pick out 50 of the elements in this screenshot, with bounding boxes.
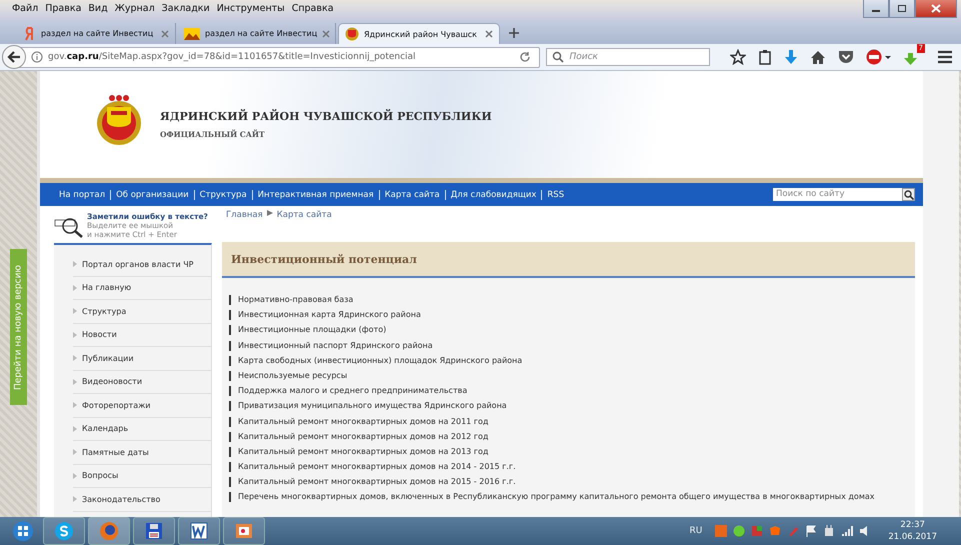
document-link[interactable]: Инвестиционные площадки (фото) xyxy=(229,325,915,336)
document-link[interactable]: Неиспользуемые ресурсы xyxy=(229,370,915,381)
menu-item[interactable]: Инструменты xyxy=(216,3,285,20)
nav-link[interactable]: На портал xyxy=(54,190,110,200)
sidebar-link[interactable]: Фоторепортажи xyxy=(82,400,151,410)
document-link[interactable]: Капитальный ремонт многоквартирных домов на 2014 - 2015 г.г. xyxy=(229,462,915,472)
sidebar-link[interactable]: Портал органов власти ЧР xyxy=(82,260,194,269)
sidebar-link[interactable]: Календарь xyxy=(82,424,128,434)
clock[interactable]: 22:37 21.06.2017 xyxy=(874,519,961,543)
sidebar-link[interactable]: Законодательство xyxy=(82,494,160,504)
browser-tab[interactable]: Ядринский район Чувашск xyxy=(338,23,500,44)
page-heading: Инвестиционный потенциал xyxy=(222,242,915,278)
nav-link[interactable]: Структура xyxy=(194,190,252,200)
menu-item[interactable]: Файл xyxy=(12,3,38,20)
document-link[interactable]: Капитальный ремонт многоквартирных домов на 2013 год xyxy=(229,446,915,457)
breadcrumb-link[interactable]: Карта сайта xyxy=(276,210,332,220)
site-search-field[interactable]: Поиск по сайту xyxy=(773,188,902,201)
address-bar[interactable]: gov.cap.ru/SiteMap.aspx?gov_id=78&id=1101657&title=Investicionnij_potencial xyxy=(2,46,540,68)
document-link[interactable]: Инвестиционный паспорт Ядринского района xyxy=(229,340,915,351)
document-link[interactable]: Перечень многоквартирных домов, включенных в Республиканскую программу капитального ремонта общего имущества в многоквартирных домах xyxy=(229,492,915,502)
document-link[interactable]: Капитальный ремонт многоквартирных домов на 2011 год xyxy=(229,416,915,426)
menu-item[interactable]: Правка xyxy=(45,3,82,20)
nav-link[interactable]: Интерактивная приемная xyxy=(252,190,379,200)
menu-item[interactable]: Закладки xyxy=(162,3,210,20)
sidebar-link[interactable]: Новости xyxy=(82,330,117,340)
document-link[interactable]: Карта свободных (инвестиционных) площадок Ядринского района xyxy=(229,356,915,366)
document-link[interactable]: Инвестиционная карта Ядринского района xyxy=(229,310,915,320)
breadcrumb-link[interactable]: Главная xyxy=(226,210,263,220)
url-text: gov.cap.ru/SiteMap.aspx?gov_id=78&id=1101657&title=Investicionnij_potencial xyxy=(48,52,417,62)
menu-item[interactable]: Справка xyxy=(292,3,334,20)
document-link[interactable]: Поддержка малого и среднего предпринимательства xyxy=(229,386,915,396)
sidebar-link[interactable]: На главную xyxy=(82,283,132,292)
sidebar-link[interactable]: Видеоновости xyxy=(82,377,142,386)
search-field[interactable]: Поиск xyxy=(546,48,710,66)
menu-item[interactable]: Журнал xyxy=(114,3,155,20)
sidebar-link[interactable]: Структура xyxy=(82,306,126,316)
nav-link[interactable]: Для слабовидящих xyxy=(444,190,542,200)
menu-item[interactable]: Вид xyxy=(88,3,108,20)
document-link[interactable]: Нормативно-правовая база xyxy=(229,295,915,305)
document-link[interactable]: Капитальный ремонт многоквартирных домов на 2015 - 2016 г.г. xyxy=(229,477,915,488)
sidebar-link[interactable]: Вопросы xyxy=(82,471,118,480)
document-link[interactable]: Капитальный ремонт многоквартирных домов на 2012 год xyxy=(229,432,915,442)
sidebar-link[interactable]: Публикации xyxy=(82,354,134,363)
language-indicator[interactable]: RU xyxy=(689,526,702,536)
nav-link[interactable]: Об организации xyxy=(110,190,194,200)
document-link[interactable]: Приватизация муниципального имущества Ядринского района xyxy=(229,401,915,412)
sidebar-link[interactable]: Памятные даты xyxy=(82,448,149,457)
nav-link[interactable]: Карта сайта xyxy=(378,190,445,200)
nav-link[interactable]: RSS xyxy=(541,190,570,200)
site-title: ЯДРИНСКИЙ РАЙОН ЧУВАШСКОЙ РЕСПУБЛИКИ xyxy=(160,110,492,123)
